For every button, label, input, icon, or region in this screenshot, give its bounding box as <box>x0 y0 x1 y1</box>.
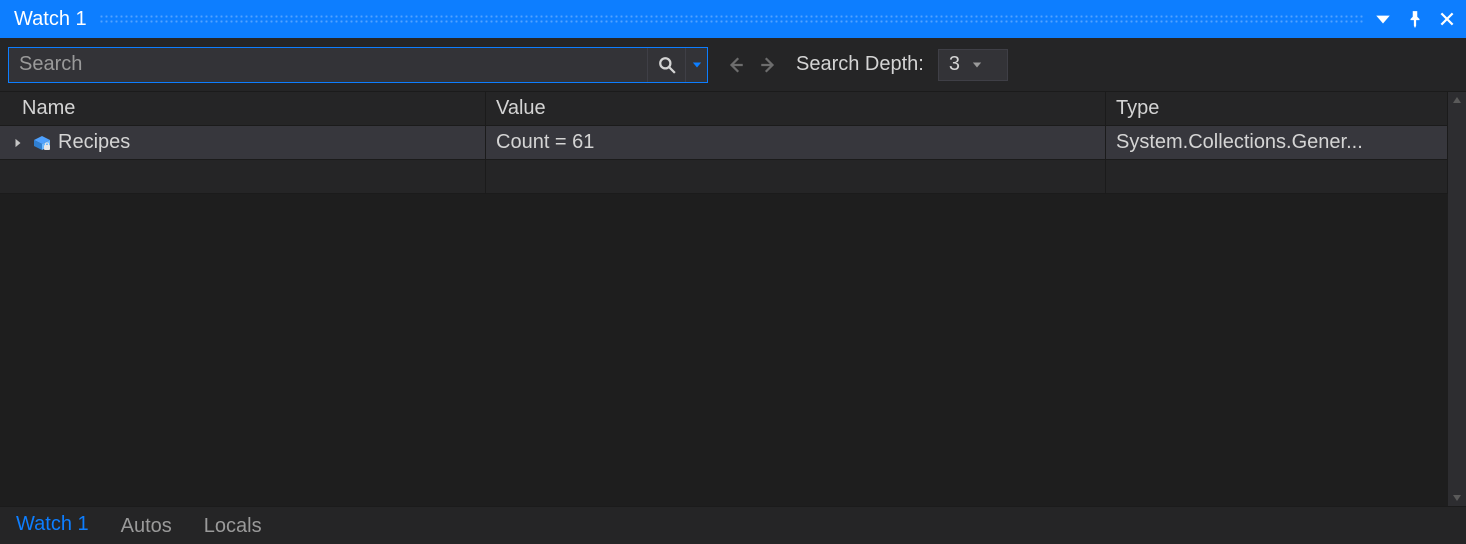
search-nav <box>722 51 782 79</box>
search-dropdown[interactable] <box>685 48 707 82</box>
grid-header: Name Value Type <box>0 92 1448 126</box>
bottom-tabs: Watch 1 Autos Locals <box>0 506 1466 544</box>
window-menu-dropdown[interactable] <box>1372 8 1394 30</box>
table-row[interactable]: Recipes Count = 61 System.Collections.Ge… <box>0 126 1448 160</box>
expand-toggle[interactable] <box>10 135 26 151</box>
watch-grid: Name Value Type <box>0 92 1448 506</box>
search-depth-label: Search Depth: <box>796 53 924 76</box>
scroll-up-icon[interactable] <box>1451 94 1463 106</box>
titlebar: Watch 1 <box>0 0 1466 38</box>
object-icon <box>32 134 52 152</box>
pin-icon[interactable] <box>1404 8 1426 30</box>
header-type[interactable]: Type <box>1106 92 1448 125</box>
row-value: Count = 61 <box>486 126 1106 159</box>
search-button[interactable] <box>647 48 685 82</box>
header-name[interactable]: Name <box>0 92 486 125</box>
tab-watch1[interactable]: Watch 1 <box>10 507 95 544</box>
tab-locals[interactable]: Locals <box>198 509 268 544</box>
nav-prev-button[interactable] <box>722 51 750 79</box>
header-value[interactable]: Value <box>486 92 1106 125</box>
nav-next-button[interactable] <box>754 51 782 79</box>
search-depth-value: 3 <box>949 53 960 76</box>
grid-body: Recipes Count = 61 System.Collections.Ge… <box>0 126 1448 506</box>
row-name: Recipes <box>58 131 130 154</box>
tab-autos[interactable]: Autos <box>115 509 178 544</box>
search-container <box>8 47 708 83</box>
row-type: System.Collections.Gener... <box>1106 126 1448 159</box>
window-title: Watch 1 <box>14 8 87 31</box>
search-input[interactable] <box>9 48 647 82</box>
vertical-scrollbar[interactable] <box>1448 92 1466 506</box>
search-depth-select[interactable]: 3 <box>938 49 1008 81</box>
new-watch-row[interactable] <box>0 160 1448 194</box>
toolbar: Search Depth: 3 <box>0 38 1466 92</box>
titlebar-grip[interactable] <box>99 14 1364 24</box>
scroll-down-icon[interactable] <box>1451 492 1463 504</box>
main: Name Value Type <box>0 92 1466 506</box>
close-icon[interactable] <box>1436 8 1458 30</box>
